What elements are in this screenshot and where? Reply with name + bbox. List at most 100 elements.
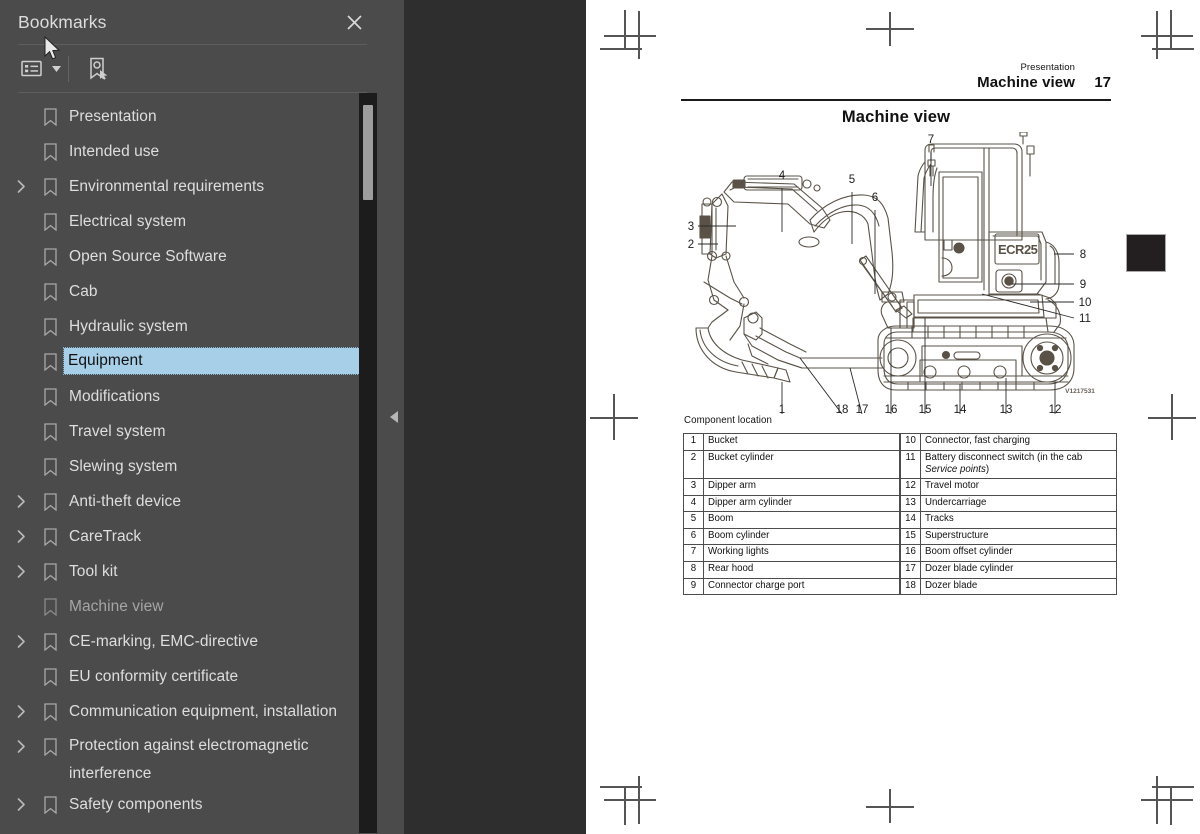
table-cell-label: Connector charge port bbox=[703, 577, 900, 596]
bookmark-item[interactable]: CareTrack bbox=[0, 519, 383, 554]
table-row: 2 Bucket cylinder 11 Battery disconnect swi… bbox=[683, 449, 1117, 480]
bookmarks-list-container: Presentation Intended use Environmental re… bbox=[0, 93, 383, 834]
cab-badge: ECR25 bbox=[998, 242, 1038, 257]
bookmark-icon bbox=[36, 589, 64, 624]
chevron-right-icon[interactable] bbox=[6, 554, 36, 589]
chevron-right-icon[interactable] bbox=[6, 484, 36, 519]
chevron-right-icon[interactable] bbox=[6, 787, 36, 822]
chevron-right-icon[interactable] bbox=[6, 729, 36, 764]
bookmark-item-label: CE-marking, EMC-directive bbox=[69, 633, 259, 650]
table-cell-label: Dipper arm cylinder bbox=[703, 494, 900, 513]
bookmark-options-icon[interactable] bbox=[14, 54, 48, 84]
bookmark-icon bbox=[36, 554, 64, 589]
table-cell-number: 18 bbox=[900, 577, 921, 596]
table-row: 6 Boom cylinder 15 Superstructure bbox=[683, 527, 1117, 546]
bookmark-item[interactable]: Intended use bbox=[0, 134, 383, 169]
bookmark-item[interactable]: Slewing system bbox=[0, 449, 383, 484]
viewer-background bbox=[383, 0, 586, 834]
bookmark-item[interactable]: Machine view bbox=[0, 589, 383, 624]
chevron-right-icon[interactable] bbox=[6, 169, 36, 204]
table-cell-number: 9 bbox=[683, 577, 704, 596]
table-cell-number: 6 bbox=[683, 527, 704, 546]
crop-mark bbox=[613, 394, 615, 440]
bookmark-icon bbox=[36, 729, 64, 764]
table-cell-number: 10 bbox=[900, 433, 921, 451]
table-row: 5 Boom 14 Tracks bbox=[683, 511, 1117, 529]
svg-text:14: 14 bbox=[954, 404, 967, 414]
bookmark-item[interactable]: EU conformity certificate bbox=[0, 659, 383, 694]
bookmark-icon bbox=[36, 449, 64, 484]
table-cell-number: 1 bbox=[683, 433, 704, 451]
bookmark-item[interactable]: Equipment bbox=[0, 344, 383, 379]
crop-mark bbox=[1156, 11, 1158, 59]
twisty-placeholder bbox=[6, 309, 36, 344]
crop-mark bbox=[1156, 776, 1158, 824]
chevron-right-icon[interactable] bbox=[6, 519, 36, 554]
twisty-placeholder bbox=[6, 204, 36, 239]
table-cell-label: Boom bbox=[703, 511, 900, 529]
twisty-placeholder bbox=[6, 379, 36, 414]
bookmark-item-label: Open Source Software bbox=[69, 248, 227, 265]
table-cell-label: Rear hood bbox=[703, 560, 900, 579]
svg-text:2: 2 bbox=[688, 239, 694, 251]
bookmark-item[interactable]: Environmental requirements bbox=[0, 169, 383, 204]
toolbar-separator bbox=[68, 55, 69, 82]
twisty-placeholder bbox=[6, 449, 36, 484]
table-cell-label: Bucket bbox=[703, 433, 900, 451]
bookmark-icon bbox=[36, 787, 64, 822]
svg-text:3: 3 bbox=[688, 221, 694, 233]
bookmark-item-label: Cab bbox=[69, 283, 98, 300]
svg-text:6: 6 bbox=[872, 192, 878, 204]
table-cell-number: 5 bbox=[683, 511, 704, 529]
pdf-page[interactable]: Presentation Machine view 17 Machine vie… bbox=[586, 0, 1200, 834]
bookmark-item[interactable]: Modifications bbox=[0, 379, 383, 414]
component-location-table: 1 Bucket 10 Connector, fast charging 2 Bucket… bbox=[683, 433, 1117, 596]
bookmark-item[interactable]: Communication equipment, installation bbox=[0, 694, 383, 729]
bookmark-icon bbox=[36, 694, 64, 729]
bookmark-icon bbox=[36, 519, 64, 554]
bookmark-item[interactable]: Tool kit bbox=[0, 554, 383, 589]
crop-mark bbox=[604, 35, 656, 37]
table-cell-number: 3 bbox=[683, 478, 704, 496]
bookmark-item[interactable]: Safety components bbox=[0, 787, 383, 822]
bookmark-item[interactable]: CE-marking, EMC-directive bbox=[0, 624, 383, 659]
table-row: 9 Connector charge port 18 Dozer blade bbox=[683, 577, 1117, 596]
bookmarks-list: Presentation Intended use Environmental re… bbox=[0, 99, 383, 822]
crop-mark bbox=[638, 776, 640, 824]
header-section: Machine view bbox=[977, 74, 1075, 91]
svg-text:10: 10 bbox=[1079, 297, 1092, 309]
bookmark-item-label: Slewing system bbox=[69, 458, 178, 475]
table-cell-label: Connector, fast charging bbox=[920, 433, 1117, 451]
new-bookmark-icon[interactable] bbox=[81, 53, 115, 85]
svg-text:5: 5 bbox=[849, 174, 855, 186]
crop-mark bbox=[1152, 786, 1194, 788]
table-cell-number: 14 bbox=[900, 511, 921, 529]
bookmark-item[interactable]: Electrical system bbox=[0, 204, 383, 239]
table-cell-number: 11 bbox=[900, 449, 921, 480]
close-icon[interactable] bbox=[341, 9, 367, 35]
scrollbar-thumb[interactable] bbox=[363, 105, 373, 200]
bookmark-item[interactable]: Protection against electromagnetic inter… bbox=[0, 729, 383, 787]
table-cell-label: Boom cylinder bbox=[703, 527, 900, 546]
bookmark-item[interactable]: Presentation bbox=[0, 99, 383, 134]
sidebar-collapse-handle[interactable] bbox=[383, 0, 404, 834]
bookmark-item[interactable]: Cab bbox=[0, 274, 383, 309]
bookmark-item[interactable]: Travel system bbox=[0, 414, 383, 449]
table-cell-label: Superstructure bbox=[920, 527, 1117, 546]
table-cell-number: 2 bbox=[683, 449, 704, 480]
twisty-placeholder bbox=[6, 99, 36, 134]
bookmark-icon bbox=[36, 414, 64, 449]
table-cell-label: Boom offset cylinder bbox=[920, 544, 1117, 562]
bookmark-item[interactable]: Anti-theft device bbox=[0, 484, 383, 519]
bookmark-item[interactable]: Open Source Software bbox=[0, 239, 383, 274]
chevron-right-icon[interactable] bbox=[6, 694, 36, 729]
svg-text:12: 12 bbox=[1049, 404, 1062, 414]
crop-mark bbox=[600, 786, 642, 788]
table-cell-label: Travel motor bbox=[920, 478, 1117, 496]
bookmark-item-label: Electrical system bbox=[69, 213, 187, 230]
scrollbar[interactable] bbox=[359, 93, 377, 833]
bookmark-item[interactable]: Hydraulic system bbox=[0, 309, 383, 344]
chevron-right-icon[interactable] bbox=[6, 624, 36, 659]
bookmark-icon bbox=[36, 169, 64, 204]
pdf-viewer-window: Bookmarks Presentation Intended use Envi… bbox=[0, 0, 1200, 834]
